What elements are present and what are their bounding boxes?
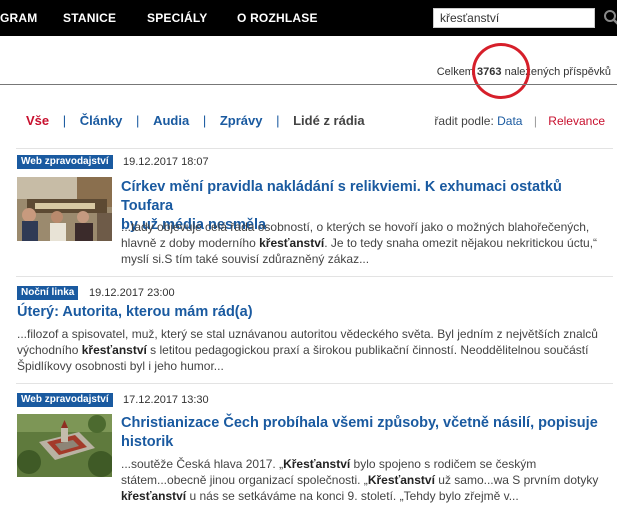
article-excerpt: ...tady objevuje celá řada osobností, o … [121, 219, 597, 267]
aerial-castle-image [17, 414, 112, 477]
search-term-highlight: křesťanství [81, 343, 147, 357]
excerpt-text: státem...obecně jinou organizací společn… [121, 473, 368, 487]
excerpt-text: ...soutěže Česká hlava 2017. „ [121, 457, 284, 471]
divider [16, 383, 613, 384]
article-date: 19.12.2017 23:00 [89, 287, 175, 299]
search-term-highlight: křesťanství [121, 489, 187, 503]
excerpt-line: hlavně z doby moderního křesťanství. Je … [121, 235, 597, 251]
article-title-line: historik [121, 434, 174, 450]
article-thumbnail[interactable] [17, 177, 112, 241]
nav-item-program[interactable]: GRAM [0, 11, 37, 25]
filter-people[interactable]: Lidé z rádia [293, 113, 365, 128]
article-date: 19.12.2017 18:07 [123, 156, 209, 168]
article-date: 17.12.2017 13:30 [123, 394, 209, 406]
excerpt-line: ...soutěže Česká hlava 2017. „Křesťanstv… [121, 456, 598, 472]
excerpt-text: už samo...wa S prvním dotyky [434, 473, 599, 487]
sort-controls: řadit podle: Data | Relevance [434, 114, 605, 128]
excerpt-line: státem...obecně jinou organizací společn… [121, 472, 598, 488]
filter-news[interactable]: Zprávy [220, 113, 263, 128]
top-navigation-bar: GRAM STANICE SPECIÁLY O ROZHLASE [0, 0, 617, 36]
filter-audio[interactable]: Audia [153, 113, 189, 128]
excerpt-line: Špidlíkovy osobnosti byl i jeho humor... [17, 359, 224, 373]
header-divider [0, 84, 617, 85]
excerpt-text: s letitou pedagogickou praxí a širokou p… [146, 343, 589, 357]
divider [16, 148, 613, 149]
excerpt-text: bylo spojeno s rodičem se českým [350, 457, 537, 471]
category-badge[interactable]: Web zpravodajství [17, 155, 113, 169]
filter-separator: | [136, 113, 140, 128]
search-term-highlight: Křesťanství [283, 457, 351, 471]
search-term-highlight: Křesťanství [367, 473, 435, 487]
search-term-highlight: křesťanství [259, 236, 325, 250]
excerpt-line: ...tady objevuje celá řada osobností, o … [121, 220, 590, 234]
article-thumbnail[interactable] [17, 414, 112, 477]
excerpt-line: východního křesťanství s letitou pedagog… [17, 342, 598, 358]
divider [16, 276, 613, 277]
search-input[interactable] [433, 8, 595, 28]
filter-separator: | [276, 113, 280, 128]
relic-procession-image [17, 177, 112, 241]
nav-item-specialy[interactable]: SPECIÁLY [147, 11, 208, 25]
search-icon[interactable] [603, 9, 617, 27]
filter-articles[interactable]: Články [80, 113, 123, 128]
sort-by-relevance[interactable]: Relevance [548, 114, 605, 128]
article-title-line: Christianizace Čech probíhala všemi způs… [121, 415, 598, 431]
filter-all[interactable]: Vše [26, 113, 49, 128]
article-excerpt: ...soutěže Česká hlava 2017. „Křesťanstv… [121, 456, 598, 504]
article-excerpt: ...filozof a spisovatel, muž, který se s… [17, 326, 598, 374]
excerpt-line: myslí si.S tím také souvisí zdůrazněný z… [121, 252, 370, 266]
article-title-link[interactable]: Úterý: Autorita, kterou mám rád(a) [17, 303, 253, 322]
sort-separator: | [533, 114, 537, 128]
excerpt-text: . Je to tedy snaha omezit nějakou nekrit… [324, 236, 598, 250]
nav-item-stanice[interactable]: STANICE [63, 11, 116, 25]
excerpt-line: ...filozof a spisovatel, muž, který se s… [17, 327, 598, 341]
article-title-link[interactable]: Christianizace Čech probíhala všemi způs… [121, 414, 598, 452]
excerpt-line: křesťanství u nás se setkáváme na konci … [121, 488, 598, 504]
sort-label: řadit podle: [434, 114, 494, 128]
sort-by-date[interactable]: Data [497, 114, 522, 128]
red-circle-annotation [472, 43, 530, 99]
result-type-filters: Vše | Články | Audia | Zprávy | Lidé z r… [26, 113, 365, 128]
article-title-line: Církev mění pravidla nakládání s relikvi… [121, 179, 562, 214]
category-badge[interactable]: Web zpravodajství [17, 393, 113, 407]
excerpt-text: hlavně z doby moderního [121, 236, 260, 250]
filter-separator: | [202, 113, 207, 128]
category-badge[interactable]: Noční linka [17, 286, 79, 300]
results-total-prefix: Celkem [436, 66, 474, 78]
excerpt-text: u nás se setkáváme na konci 9. století. … [186, 489, 519, 503]
nav-item-o-rozhlase[interactable]: O ROZHLASE [237, 11, 318, 25]
filter-separator: | [62, 113, 67, 128]
excerpt-text: východního [17, 343, 82, 357]
